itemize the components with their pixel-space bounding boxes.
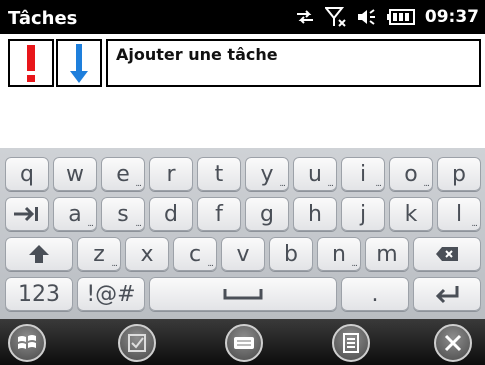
- key-t[interactable]: t: [197, 157, 241, 191]
- key-y[interactable]: y...: [245, 157, 289, 191]
- key-symbols[interactable]: !@#: [77, 277, 145, 311]
- keyboard-icon: [234, 337, 254, 349]
- task-subject-input[interactable]: Ajouter une tâche: [106, 39, 481, 87]
- key-k[interactable]: k: [389, 197, 433, 231]
- key-space[interactable]: [149, 277, 337, 311]
- key-tab[interactable]: [5, 197, 49, 231]
- task-entry-row: Ajouter une tâche: [0, 34, 485, 92]
- sync-arrows-icon: [296, 10, 313, 24]
- key-q[interactable]: q: [5, 157, 49, 191]
- keyboard-toggle-button[interactable]: [225, 324, 263, 362]
- bottom-bar: [0, 319, 485, 365]
- key-c[interactable]: c...: [173, 237, 217, 271]
- enter-icon: [435, 286, 459, 304]
- key-backspace[interactable]: [413, 237, 481, 271]
- key-a[interactable]: a...: [53, 197, 97, 231]
- close-icon: [444, 334, 462, 352]
- priority-low-button[interactable]: [56, 39, 102, 87]
- exclamation-icon: [27, 45, 35, 82]
- key-e[interactable]: e...: [101, 157, 145, 191]
- on-screen-keyboard: q w e... r t y... u... i... o... p a... …: [0, 148, 485, 319]
- key-x[interactable]: x: [125, 237, 169, 271]
- tab-icon: [14, 206, 38, 222]
- backspace-icon: [436, 247, 458, 261]
- key-numbers[interactable]: 123: [5, 277, 73, 311]
- menu-icon: [343, 333, 359, 353]
- key-o[interactable]: o...: [389, 157, 433, 191]
- shift-icon: [29, 245, 49, 263]
- key-b[interactable]: b: [269, 237, 313, 271]
- close-button[interactable]: [434, 324, 472, 362]
- key-period[interactable]: .: [341, 277, 409, 311]
- key-p[interactable]: p: [437, 157, 481, 191]
- key-h[interactable]: h: [293, 197, 337, 231]
- key-w[interactable]: w: [53, 157, 97, 191]
- key-enter[interactable]: [413, 277, 481, 311]
- app-title: Tâches: [8, 8, 78, 29]
- down-arrow-icon: [70, 44, 88, 83]
- key-z[interactable]: z...: [77, 237, 121, 271]
- key-g[interactable]: g: [245, 197, 289, 231]
- key-s[interactable]: s...: [101, 197, 145, 231]
- key-i[interactable]: i...: [341, 157, 385, 191]
- key-l[interactable]: l...: [437, 197, 481, 231]
- speaker-icon: [357, 9, 375, 25]
- battery-icon: [386, 9, 415, 25]
- task-list-area: [0, 92, 485, 148]
- check-task-button[interactable]: [118, 324, 156, 362]
- priority-high-button[interactable]: [8, 39, 54, 87]
- space-icon: [223, 289, 263, 300]
- key-v[interactable]: v: [221, 237, 265, 271]
- checkbox-icon: [128, 334, 146, 352]
- start-button[interactable]: [8, 324, 46, 362]
- key-shift[interactable]: [5, 237, 73, 271]
- key-f[interactable]: f: [197, 197, 241, 231]
- key-u[interactable]: u...: [293, 157, 337, 191]
- key-r[interactable]: r: [149, 157, 193, 191]
- key-n[interactable]: n...: [317, 237, 361, 271]
- menu-button[interactable]: [332, 324, 370, 362]
- key-m[interactable]: m: [365, 237, 409, 271]
- clock: 09:37: [424, 7, 479, 27]
- key-j[interactable]: j: [341, 197, 385, 231]
- key-d[interactable]: d: [149, 197, 193, 231]
- status-icons: 09:37: [295, 6, 479, 28]
- status-bar: Tâches 09:37: [0, 0, 485, 34]
- windows-start-icon: [18, 335, 36, 349]
- no-signal-icon: [324, 7, 346, 27]
